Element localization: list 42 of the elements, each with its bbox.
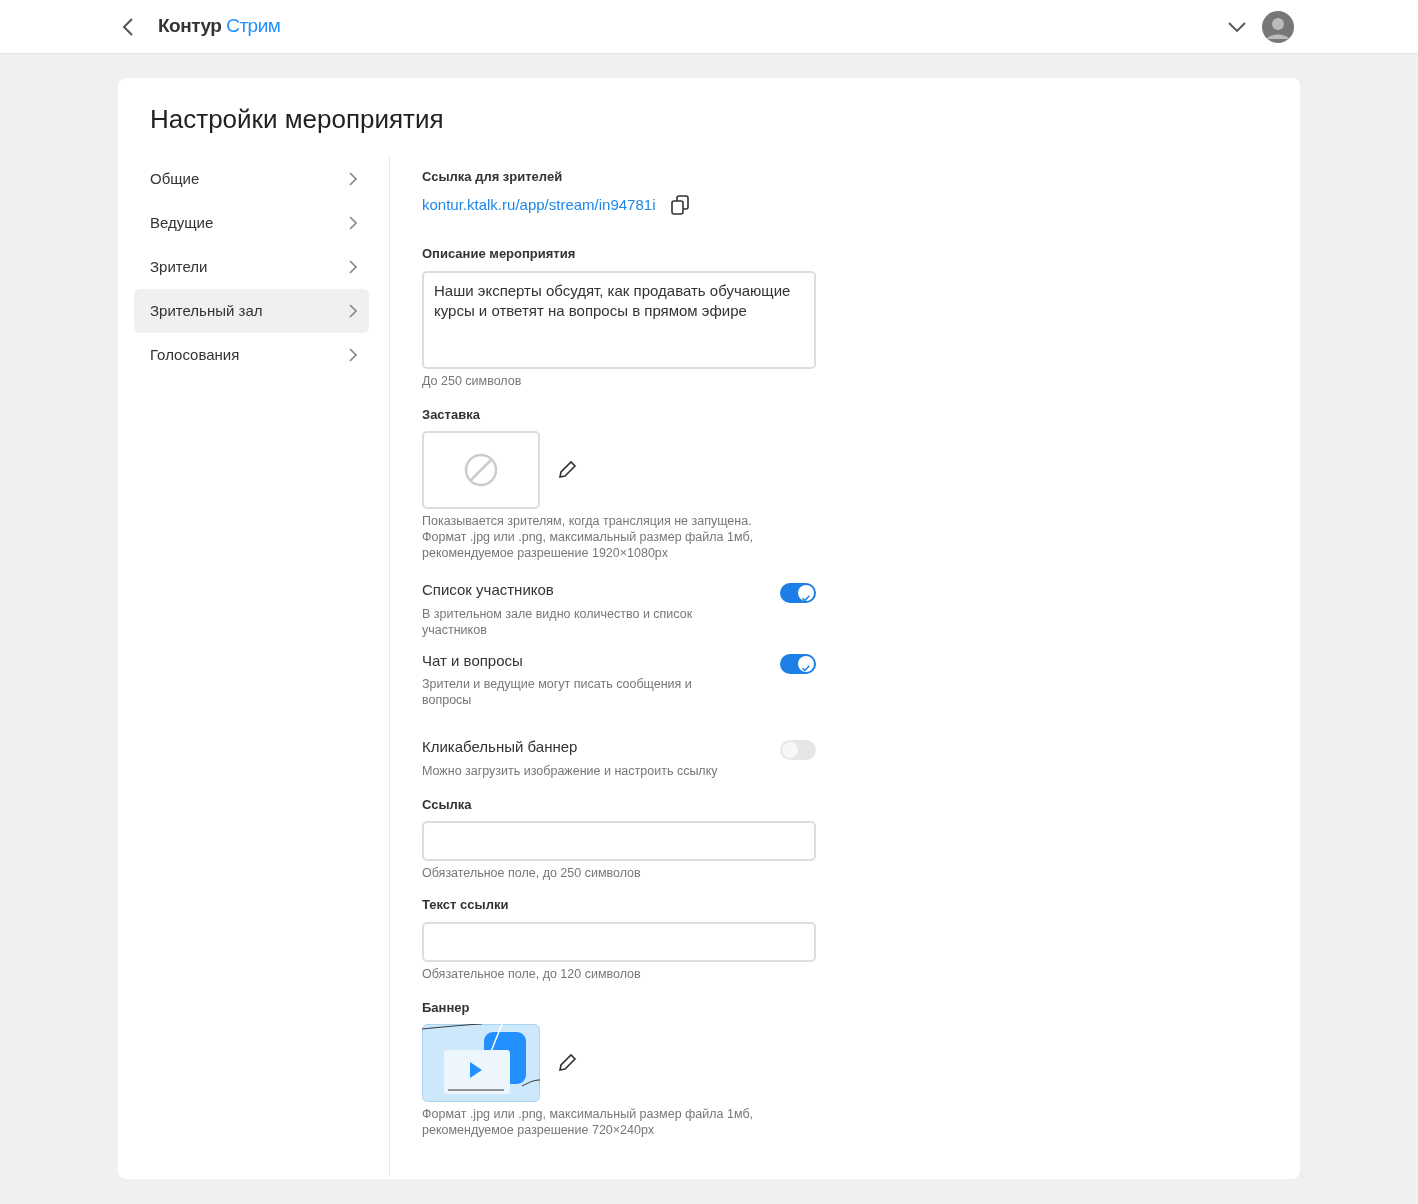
toggle-title: Кликабельный баннер — [422, 737, 579, 758]
field-label: Заставка — [422, 405, 481, 424]
chevron-down-icon[interactable] — [1228, 21, 1246, 32]
chevron-right-icon — [349, 216, 357, 231]
avatar[interactable] — [1262, 10, 1294, 43]
field-label: Баннер — [422, 998, 471, 1017]
back-icon[interactable] — [122, 17, 134, 36]
copy-icon[interactable] — [671, 194, 690, 215]
description-field[interactable]: Наши эксперты обсудят, как продавать обучающие курсы и ответят на вопросы в прямом эфире — [422, 270, 816, 369]
toggle-description: Можно загрузить изображение и настроить ссылку — [422, 762, 718, 779]
hint-text: Обязательное поле, до 250 символов — [422, 865, 642, 882]
text-field[interactable] — [422, 921, 816, 962]
hint-text: До 250 символов — [422, 372, 523, 389]
toggle-switch[interactable] — [780, 583, 816, 604]
field-label: Ссылка для зрителей — [422, 168, 564, 187]
chevron-right-icon — [349, 172, 357, 187]
page-title: Настройки мероприятия — [150, 104, 445, 136]
nav-item[interactable]: Ведущие — [134, 201, 369, 246]
field-label: Текст ссылки — [422, 896, 510, 915]
toggle-title: Список участников — [422, 580, 555, 601]
viewer-link[interactable]: kontur.ktalk.ru/app/stream/in94781i — [422, 193, 656, 217]
logo[interactable]: Контур Стрим — [158, 12, 281, 41]
nav-item[interactable]: Зрители — [134, 245, 369, 290]
nav-item[interactable]: Общие — [134, 157, 369, 202]
nav-item[interactable]: Зрительный зал — [134, 289, 369, 334]
nav-item[interactable]: Голосования — [134, 333, 369, 378]
text-field[interactable] — [422, 821, 816, 862]
chevron-right-icon — [349, 260, 357, 275]
toggle-title: Чат и вопросы — [422, 650, 524, 671]
toggle-description: В зрительном зале видно количество и список участников — [422, 605, 694, 638]
chevron-right-icon — [349, 304, 357, 319]
hint-text: Обязательное поле, до 120 символов — [422, 965, 642, 982]
field-label: Описание мероприятия — [422, 245, 577, 264]
toggle-switch[interactable] — [780, 740, 816, 761]
banner-image[interactable] — [422, 1024, 540, 1103]
hint-text: Показывается зрителям, когда трансляция не запущена. Формат .jpg или .png, максимальный размер файла 1мб, рекомендуемое разрешение 1920×1080px — [422, 513, 755, 562]
toggle-description: Зрители и ведущие могут писать сообщения и вопросы — [422, 676, 693, 709]
no-image-icon — [464, 453, 498, 488]
toggle-switch[interactable] — [780, 653, 816, 674]
hint-text: Формат .jpg или .png, максимальный размер файла 1мб, рекомендуемое разрешение 720×240px — [422, 1106, 755, 1139]
chevron-right-icon — [349, 348, 357, 363]
field-label: Ссылка — [422, 795, 473, 814]
